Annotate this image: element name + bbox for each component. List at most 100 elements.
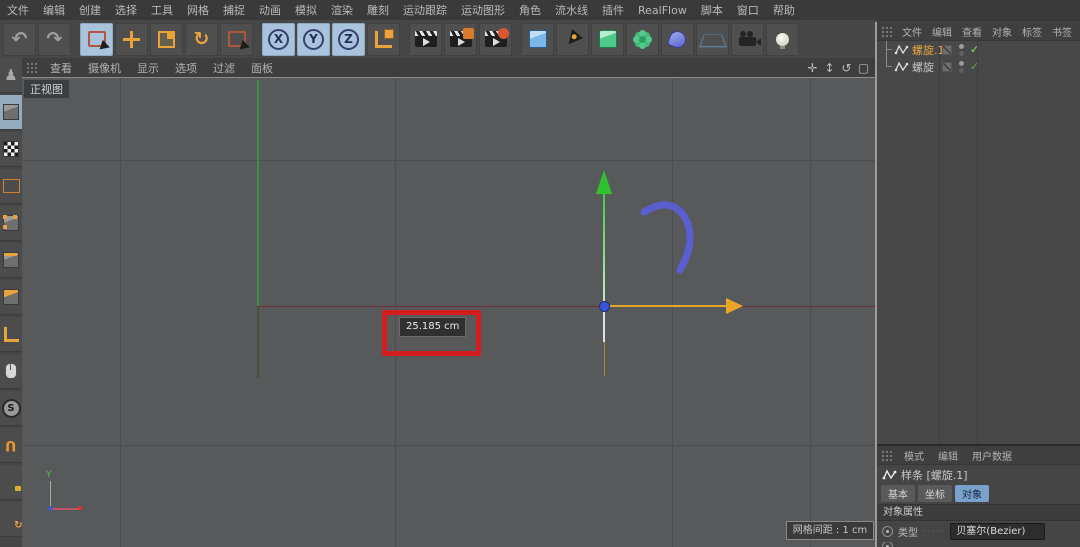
texture-mode-button[interactable] [0, 132, 22, 167]
gizmo-x-axis[interactable] [610, 305, 726, 307]
menubar-item-14[interactable]: 流水线 [548, 2, 595, 18]
workplane-mode-button[interactable] [0, 169, 22, 204]
am-menu-item-0[interactable]: 模式 [897, 448, 931, 463]
om-menu-item-5[interactable]: 书签 [1047, 24, 1077, 39]
enable-check[interactable]: ✓ [970, 60, 979, 73]
viewport-menu-item-4[interactable]: 过滤 [205, 60, 243, 76]
lock-workplane-button[interactable] [0, 465, 22, 500]
viewport-menu-item-3[interactable]: 选项 [167, 60, 205, 76]
menubar-item-3[interactable]: 选择 [108, 2, 144, 18]
edges-mode-button[interactable] [0, 243, 22, 278]
menubar-item-11[interactable]: 运动跟踪 [396, 2, 454, 18]
live-selection-button[interactable] [80, 23, 113, 56]
om-menu-item-3[interactable]: 对象 [987, 24, 1017, 39]
tab-0[interactable]: 基本 [881, 485, 915, 502]
lock-y-axis-button[interactable]: Y [297, 23, 330, 56]
model-mode-button[interactable] [0, 95, 22, 130]
menubar-item-5[interactable]: 网格 [180, 2, 216, 18]
tab-1[interactable]: 坐标 [918, 485, 952, 502]
add-mograph-button[interactable] [626, 23, 659, 56]
coordinate-system-button[interactable] [367, 23, 400, 56]
render-picture-viewer-button[interactable] [479, 23, 512, 56]
om-menu-item-4[interactable]: 标签 [1017, 24, 1047, 39]
enable-axis-button[interactable] [0, 317, 22, 352]
viewport-menu-item-1[interactable]: 摄像机 [80, 60, 129, 76]
toggle-view-icon[interactable]: ▢ [856, 61, 871, 75]
rotate-button[interactable]: ↻ [185, 23, 218, 56]
viewport-menu-item-2[interactable]: 显示 [129, 60, 167, 76]
viewport-canvas[interactable]: 25.185 cm 正视图 网格间距 : 1 cm Y [22, 78, 877, 547]
menubar-item-0[interactable]: 文件 [0, 2, 36, 18]
scale-button[interactable] [150, 23, 183, 56]
menubar-item-7[interactable]: 动画 [252, 2, 288, 18]
gizmo-y-axis[interactable] [603, 192, 605, 306]
render-settings-button[interactable] [444, 23, 477, 56]
menubar-item-10[interactable]: 雕刻 [360, 2, 396, 18]
menubar-item-2[interactable]: 创建 [72, 2, 108, 18]
menubar-item-4[interactable]: 工具 [144, 2, 180, 18]
menubar-item-8[interactable]: 模拟 [288, 2, 324, 18]
rotate-view-icon[interactable]: ↺ [839, 61, 854, 75]
add-primitive-button[interactable] [521, 23, 554, 56]
tab-2[interactable]: 对象 [955, 485, 989, 502]
object-row[interactable]: 螺旋.1 ✓ [877, 41, 1080, 58]
add-camera-button[interactable] [731, 23, 764, 56]
polygons-mode-button[interactable] [0, 280, 22, 315]
layer-toggle[interactable] [942, 45, 952, 55]
object-row[interactable]: 螺旋 ✓ [877, 58, 1080, 75]
viewport-menu-item-0[interactable]: 查看 [42, 60, 80, 76]
helix-spline[interactable] [640, 200, 698, 278]
layer-toggle[interactable] [942, 62, 952, 72]
add-generator-button[interactable] [591, 23, 624, 56]
undo-button[interactable]: ↶ [3, 23, 36, 56]
am-menu-item-1[interactable]: 编辑 [931, 448, 965, 463]
add-environment-button[interactable] [696, 23, 729, 56]
add-spline-button[interactable] [556, 23, 589, 56]
visibility-dots[interactable] [959, 44, 964, 56]
property-value-dropdown[interactable]: 贝塞尔(Bezier) [950, 523, 1045, 540]
add-deformer-button[interactable] [661, 23, 694, 56]
menubar-item-1[interactable]: 编辑 [36, 2, 72, 18]
gizmo-y-arrowhead[interactable] [596, 170, 612, 194]
menubar-item-18[interactable]: 窗口 [730, 2, 766, 18]
render-view-button[interactable] [409, 23, 442, 56]
menubar-item-12[interactable]: 运动图形 [454, 2, 512, 18]
snap-settings-button[interactable]: S [0, 391, 22, 426]
viewport-solo-button[interactable] [0, 354, 22, 389]
align-workplane-button[interactable] [0, 502, 22, 537]
panel-grip-icon[interactable] [881, 26, 894, 37]
gizmo-origin-handle[interactable] [599, 301, 610, 312]
menubar-item-15[interactable]: 插件 [595, 2, 631, 18]
om-menu-item-2[interactable]: 查看 [957, 24, 987, 39]
menubar-item-6[interactable]: 捕捉 [216, 2, 252, 18]
menubar-item-16[interactable]: RealFlow [631, 4, 694, 17]
add-light-button[interactable] [766, 23, 799, 56]
panel-grip-icon[interactable] [26, 62, 39, 73]
convert-editable-button[interactable]: ♟ [0, 58, 22, 93]
move-button[interactable] [115, 23, 148, 56]
zoom-view-icon[interactable]: ↕ [822, 61, 837, 75]
keyframe-ring-icon[interactable] [882, 542, 893, 547]
enable-check[interactable]: ✓ [970, 43, 979, 56]
am-menu-item-2[interactable]: 用户数据 [965, 448, 1019, 463]
menubar-item-13[interactable]: 角色 [512, 2, 548, 18]
enable-snap-button[interactable]: U [0, 428, 22, 463]
menubar-item-19[interactable]: 帮助 [766, 2, 802, 18]
object-name[interactable]: 螺旋 [912, 59, 934, 75]
gizmo-x-arrowhead[interactable] [726, 298, 743, 314]
viewport-menu-item-5[interactable]: 面板 [243, 60, 281, 76]
lock-z-axis-button[interactable]: Z [332, 23, 365, 56]
menubar-item-17[interactable]: 脚本 [694, 2, 730, 18]
object-name[interactable]: 螺旋.1 [912, 42, 945, 58]
points-mode-button[interactable] [0, 206, 22, 241]
pan-view-icon[interactable]: ✛ [805, 61, 820, 75]
redo-button[interactable]: ↷ [38, 23, 71, 56]
om-menu-item-1[interactable]: 编辑 [927, 24, 957, 39]
lock-x-axis-button[interactable]: X [262, 23, 295, 56]
keyframe-ring-icon[interactable] [882, 526, 893, 537]
visibility-dots[interactable] [959, 61, 964, 73]
panel-grip-icon[interactable] [881, 450, 894, 461]
menubar-item-9[interactable]: 渲染 [324, 2, 360, 18]
last-selection-button[interactable] [220, 23, 253, 56]
om-menu-item-0[interactable]: 文件 [897, 24, 927, 39]
